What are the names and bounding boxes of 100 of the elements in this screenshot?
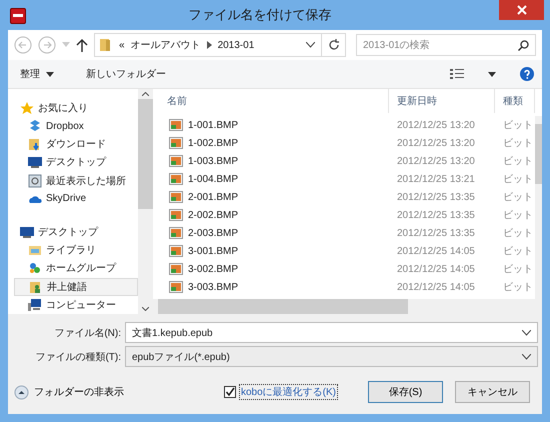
table-cell-text: ビット <box>502 119 534 132</box>
field-label: ファイル名(N): <box>53 326 122 340</box>
horizontal-scrollbar[interactable] <box>153 299 542 314</box>
bitmap-file-icon <box>169 172 183 186</box>
app-icon <box>10 8 26 24</box>
column-header[interactable]: 種類 <box>495 89 535 113</box>
refresh-icon <box>328 39 340 51</box>
caret-icon <box>46 72 54 76</box>
download-icon <box>28 137 42 152</box>
address-bar[interactable]: « オールアバウト 2013-01 <box>94 33 346 57</box>
table-cell-text: 2012/12/25 13:20 <box>396 120 476 130</box>
file-type-dropdown[interactable]: epubファイル(*.epub) <box>125 346 538 367</box>
bitmap-file-icon <box>169 280 183 294</box>
organize-button[interactable]: 整理 <box>16 65 58 83</box>
monitor-icon <box>20 225 34 240</box>
table-cell-text: 2012/12/25 13:35 <box>396 192 476 202</box>
help-icon[interactable] <box>520 67 534 81</box>
homegroup-icon <box>28 261 42 276</box>
table-cell-text: ビット <box>502 191 534 204</box>
table-cell-text: ビット <box>502 245 534 258</box>
sidebar-item[interactable]: ホームグループ <box>14 259 138 278</box>
up-arrow-icon <box>76 38 88 52</box>
sidebar-group[interactable]: お気に入り <box>14 99 138 118</box>
file-name-field[interactable]: 文書1.kepub.epub <box>125 322 538 343</box>
file-name-cell[interactable]: 3-002.BMP <box>159 262 389 276</box>
hide-folders-button[interactable]: フォルダーの非表示 <box>14 384 124 400</box>
scrollbar[interactable] <box>138 89 153 314</box>
chevron-down-icon[interactable] <box>522 354 531 360</box>
save-button[interactable]: 保存(S) <box>368 381 444 403</box>
address-overflow[interactable]: « <box>119 40 125 50</box>
table-cell-text: 2012/12/25 13:21 <box>396 174 476 184</box>
sidebar-item[interactable]: 井上健語 <box>14 278 138 296</box>
checkbox[interactable] <box>224 386 236 398</box>
column-header[interactable]: 更新日時 <box>389 89 495 113</box>
bitmap-file-icon <box>169 226 183 240</box>
table-cell-text: 2012/12/25 13:35 <box>396 228 476 238</box>
caret-icon <box>62 42 70 48</box>
sidebar-item[interactable]: Dropbox <box>14 117 138 136</box>
user-icon <box>29 280 43 294</box>
chevron-icon <box>206 41 212 49</box>
field-label: ファイルの種類(T): <box>34 350 122 364</box>
folder-icon <box>99 38 113 52</box>
table-cell-text: 2012/12/25 14:05 <box>396 246 476 256</box>
table-cell-text: ビット <box>502 281 534 294</box>
sidebar-item[interactable]: コンピューター <box>14 296 138 314</box>
sidebar-item[interactable]: ライブラリ <box>14 241 138 260</box>
bitmap-file-icon <box>169 154 183 168</box>
chevron-down-icon[interactable] <box>522 330 531 336</box>
caret-icon[interactable] <box>488 72 496 76</box>
table-cell-text: ビット <box>502 227 534 240</box>
scroll-up-icon[interactable] <box>142 92 149 96</box>
table-cell-text: 2012/12/25 14:05 <box>396 264 476 274</box>
sidebar-item[interactable]: デスクトップ <box>14 153 138 172</box>
column-header[interactable]: 名前 <box>159 89 389 113</box>
checkbox-label[interactable]: koboに最適化する(K) <box>239 384 338 400</box>
file-name-cell[interactable]: 2-001.BMP <box>159 190 389 204</box>
file-name-cell[interactable]: 1-002.BMP <box>159 136 389 150</box>
window-title: ファイル名を付けて保存 <box>188 6 332 24</box>
table-cell-text: 2012/12/25 13:20 <box>396 138 476 148</box>
file-name-cell[interactable]: 3-001.BMP <box>159 244 389 258</box>
computer-icon <box>28 298 42 312</box>
table-cell-text: ビット <box>502 155 534 168</box>
table-cell-text: ビット <box>502 137 534 150</box>
library-icon <box>28 243 42 258</box>
star-icon <box>20 101 34 116</box>
breadcrumb[interactable]: 2013-01 <box>218 40 254 50</box>
bitmap-file-icon <box>169 118 183 132</box>
close-icon <box>516 5 526 15</box>
breadcrumb[interactable]: オールアバウト <box>130 38 201 52</box>
table-cell-text: ビット <box>502 263 534 276</box>
sidebar-item[interactable]: 最近表示した場所 <box>14 172 138 190</box>
file-name-cell[interactable]: 3-003.BMP <box>159 280 389 294</box>
scroll-down-icon[interactable] <box>142 307 149 311</box>
search-icon <box>518 40 529 51</box>
dropbox-icon <box>28 119 42 134</box>
search-field[interactable]: 2013-01の検索 <box>356 34 536 56</box>
chevron-down-icon[interactable] <box>306 42 315 48</box>
cancel-button[interactable]: キャンセル <box>455 381 530 403</box>
file-name-cell[interactable]: 2-003.BMP <box>159 226 389 240</box>
collapse-icon <box>14 384 29 400</box>
bitmap-file-icon <box>169 190 183 204</box>
sidebar-group[interactable]: デスクトップ <box>14 223 138 242</box>
bitmap-file-icon <box>169 244 183 258</box>
bitmap-file-icon <box>169 262 183 276</box>
monitor-icon <box>28 155 42 170</box>
sidebar-item[interactable]: ダウンロード <box>14 135 138 154</box>
file-name-cell[interactable]: 1-001.BMP <box>159 118 389 132</box>
table-cell-text: ビット <box>502 173 534 186</box>
close-button[interactable] <box>499 0 544 20</box>
view-options-icon[interactable] <box>450 68 464 80</box>
sidebar-item[interactable]: SkyDrive <box>14 190 138 208</box>
table-cell-text: 2012/12/25 13:35 <box>396 210 476 220</box>
file-name-cell[interactable]: 2-002.BMP <box>159 208 389 222</box>
file-name-cell[interactable]: 1-003.BMP <box>159 154 389 168</box>
table-cell-text: 2012/12/25 14:05 <box>396 282 476 292</box>
bitmap-file-icon <box>169 136 183 150</box>
file-name-cell[interactable]: 1-004.BMP <box>159 172 389 186</box>
table-cell-text: ビット <box>502 209 534 222</box>
new-folder-button[interactable]: 新しいフォルダー <box>82 65 170 83</box>
bitmap-file-icon <box>169 208 183 222</box>
